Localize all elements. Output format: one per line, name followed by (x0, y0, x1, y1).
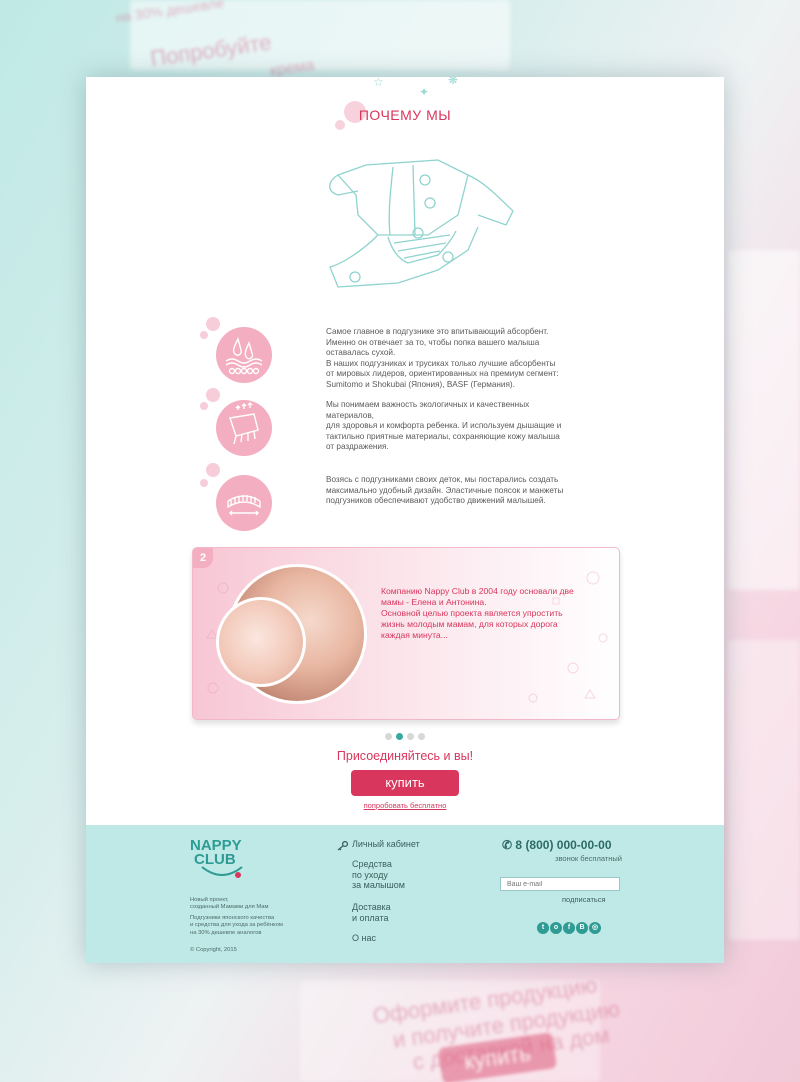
bg-right-card (728, 250, 800, 590)
feature-line: Мы понимаем важность экологичных и качес… (326, 400, 530, 409)
slider-dot[interactable] (407, 733, 414, 740)
star-icon: ☆ (373, 77, 384, 89)
phone-note: звонок бесплатный (555, 854, 622, 863)
description-line: на 30% дешевле аналогов (190, 929, 262, 936)
feature-line: В наших подгузниках и трусиках только лу… (326, 358, 556, 368)
diaper-illustration (329, 159, 514, 288)
logo-smile-icon (201, 866, 243, 878)
slider-dot[interactable] (418, 733, 425, 740)
mother-baby-photo (216, 564, 367, 704)
key-icon (337, 841, 348, 851)
feature-design: Возясь с подгузниками своих деток, мы по… (200, 463, 646, 535)
slide-text: Компанию Nappy Club в 2004 году основали… (381, 586, 601, 641)
feature-line: для здоровья и комфорта ребенка. И испол… (326, 421, 562, 431)
feature-line: Возясь с подгузниками своих деток, мы по… (326, 475, 559, 484)
social-links: t o f B ◎ (537, 916, 602, 934)
phone-number[interactable]: ✆ 8 (800) 000-00-00 (502, 838, 622, 852)
footer-tagline: Новый проект, созданный Мамами для Мам (190, 897, 300, 912)
slider-dot-active[interactable] (396, 733, 403, 740)
feature-bubble (200, 331, 208, 339)
feature-bubble (200, 479, 208, 487)
try-free-link[interactable]: попробовать бесплатно (86, 801, 724, 810)
slide-line: жизнь молодым мамам, для которых дорога (381, 619, 558, 629)
instagram-icon[interactable]: ◎ (589, 922, 601, 934)
slider-dot[interactable] (385, 733, 392, 740)
feature-line: Sumitomo и Shokubai (Япония), BASF (Герм… (326, 379, 515, 389)
feature-line: максимально удобный дизайн. Эластичные п… (326, 485, 564, 495)
nav-line: за малышом (352, 880, 405, 890)
footer-description: Подгузники японского качества и средства… (190, 915, 300, 937)
nav-line: по уходу (352, 869, 388, 880)
feature-line: оставалась сухой. (326, 348, 396, 358)
feature-line: подгузников обеспечивают удобство движен… (326, 496, 546, 506)
feature-line: Именно он отвечает за то, чтобы попка ва… (326, 337, 540, 347)
feature-text: Самое главное в подгузнике это впитывающ… (326, 327, 596, 391)
email-input[interactable] (500, 877, 620, 891)
feature-bubble (200, 402, 208, 410)
star-icon: ✦ (419, 85, 430, 99)
slide-line: Основной целью проекта является упростит… (381, 608, 563, 618)
page-title: ПОЧЕМУ МЫ (358, 107, 452, 123)
main-content: ☆ ✦ ❋ ПОЧЕМУ МЫ Самое главное в подгузни… (86, 77, 724, 825)
nav-care-products[interactable]: Средства по уходу за малышом (352, 859, 452, 891)
feature-text: Возясь с подгузниками своих деток, мы по… (326, 475, 596, 507)
feature-line: от раздражения. (326, 442, 389, 452)
feature-line: Самое главное в подгузнике это впитывающ… (326, 327, 549, 336)
stretch-waistband-icon (216, 475, 272, 531)
twitter-icon[interactable]: t (537, 922, 549, 934)
why-us-section: ПОЧЕМУ МЫ (86, 107, 724, 125)
bg-right-card-2 (728, 640, 800, 940)
phone-handset-icon: ✆ (502, 838, 513, 852)
vk-icon[interactable]: B (576, 922, 588, 934)
feature-absorbent: Самое главное в подгузнике это впитывающ… (200, 317, 646, 389)
slide-line: мамы - Елена и Антонина. (381, 597, 487, 607)
page-card: ☆ ✦ ❋ ПОЧЕМУ МЫ Самое главное в подгузни… (86, 77, 724, 963)
feature-text: Мы понимаем важность экологичных и качес… (326, 400, 596, 453)
phone-digits: (800) 000-00-00 (525, 838, 612, 852)
nav-cabinet[interactable]: Личный кабинет (352, 839, 452, 850)
buy-button[interactable]: купить (351, 770, 459, 796)
feature-line: тактильно приятные материалы, сохраняющи… (326, 431, 560, 441)
description-line: и средства для ухода за ребёнком (190, 922, 283, 929)
join-heading: Присоединяйтесь и вы! (336, 749, 474, 763)
breathable-material-icon (216, 400, 272, 456)
footer: NAPPY CLUB Новый проект, созданный Мамам… (86, 825, 724, 963)
copyright: © Copyright, 2015 (190, 947, 237, 953)
feature-line: материалов, (326, 410, 374, 420)
description-line: Подгузники японского качества (190, 915, 275, 921)
nav-line: Доставка (352, 902, 391, 912)
nav-delivery[interactable]: Доставка и оплата (352, 902, 452, 923)
phone-prefix: 8 (515, 838, 523, 852)
drops-icon (216, 327, 272, 383)
candy-icon: ❋ (448, 77, 459, 87)
about-slider[interactable]: 2 Компанию Nappy Club в 2004 году основа… (192, 547, 620, 720)
subscribe-link[interactable]: подписаться (562, 895, 606, 904)
feature-line: от мировых лидеров, ориентированных на п… (326, 369, 559, 379)
facebook-icon[interactable]: f (563, 922, 575, 934)
nav-line: и оплата (352, 912, 389, 923)
phone-block: ✆ 8 (800) 000-00-00 звонок бесплатный (502, 838, 622, 863)
tagline-line: созданный Мамами для Мам (190, 904, 269, 911)
nav-line: Средства (352, 859, 392, 869)
slider-dots (86, 727, 724, 745)
slide-line: каждая минута... (381, 630, 448, 640)
nav-about[interactable]: О нас (352, 933, 452, 944)
feature-materials: Мы понимаем важность экологичных и качес… (200, 388, 646, 460)
odnoklassniki-icon[interactable]: o (550, 922, 562, 934)
slide-line: Компанию Nappy Club в 2004 году основали… (381, 586, 574, 596)
